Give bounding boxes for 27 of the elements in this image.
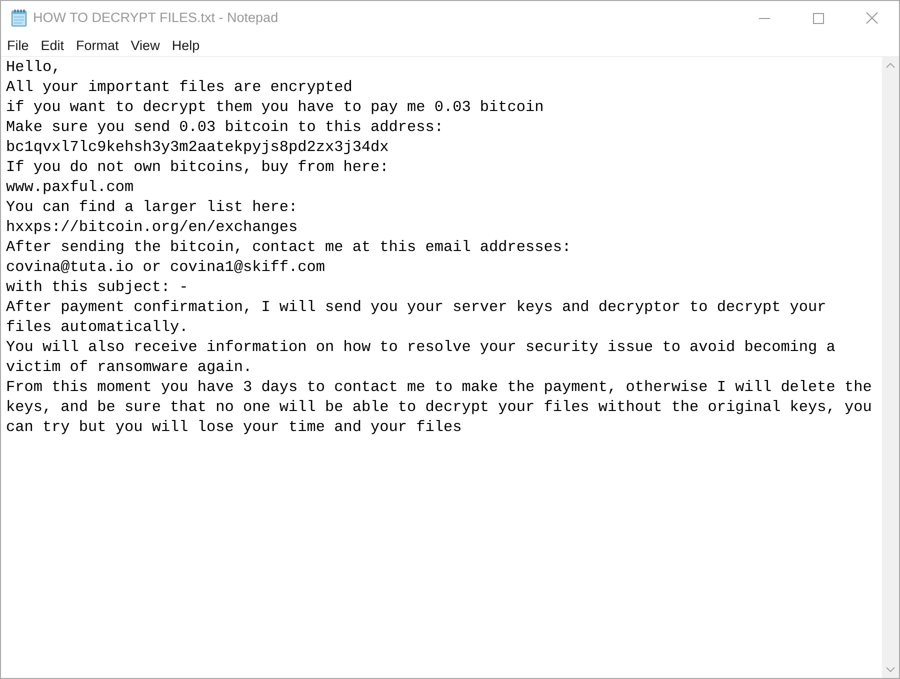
scroll-up-icon[interactable] — [886, 63, 895, 68]
text-line: If you do not own bitcoins, buy from here: — [6, 157, 390, 177]
vertical-scrollbar[interactable] — [882, 57, 899, 678]
text-line: Make sure you send 0.03 bitcoin to this address: — [6, 117, 444, 137]
text-line: hxxps://bitcoin.org/en/exchanges — [6, 217, 299, 237]
text-line: You can find a larger list here: — [6, 197, 299, 217]
text-line: All your important files are encrypted — [6, 77, 354, 97]
text-line: www.paxful.com — [6, 177, 135, 197]
close-icon — [866, 12, 878, 24]
menu-item[interactable]: Edit — [34, 36, 70, 56]
text-line: covina@tuta.io or covina1@skiff.com — [6, 257, 326, 277]
text-line: Hello, — [6, 57, 62, 77]
scroll-down-icon[interactable] — [886, 667, 895, 672]
maximize-icon — [812, 12, 824, 24]
notepad-icon — [10, 9, 28, 27]
text-line: After payment confirmation, I will send you your server keys and decryptor to decrypt your files automatically. — [6, 297, 828, 337]
text-line: if you want to decrypt them you have to pay me 0.03 bitcoin — [6, 97, 545, 117]
text-line: After sending the bitcoin, contact me at this email addresses: — [6, 237, 572, 257]
menu-item[interactable]: File — [1, 36, 35, 56]
menu-item[interactable]: View — [124, 36, 166, 56]
window-title: HOW TO DECRYPT FILES.txt - Notepad — [33, 8, 278, 27]
text-line: with this subject: - — [6, 277, 190, 297]
menu-item[interactable]: Help — [166, 36, 206, 56]
menu-item[interactable]: Format — [70, 36, 125, 56]
text-line: From this moment you have 3 days to contact me to make the payment, otherwise I will delete the keys, and be sure that no one will be able to decrypt your files without the original keys, you can try but you will lose your time and your files — [6, 377, 873, 437]
text-line: You will also receive information on how to resolve your security issue to avoid becoming a victim of ransomware again. — [6, 337, 836, 377]
text-line: bc1qvxl7lc9kehsh3y3m2aatekpyjs8pd2zx3j34dx — [6, 137, 390, 157]
